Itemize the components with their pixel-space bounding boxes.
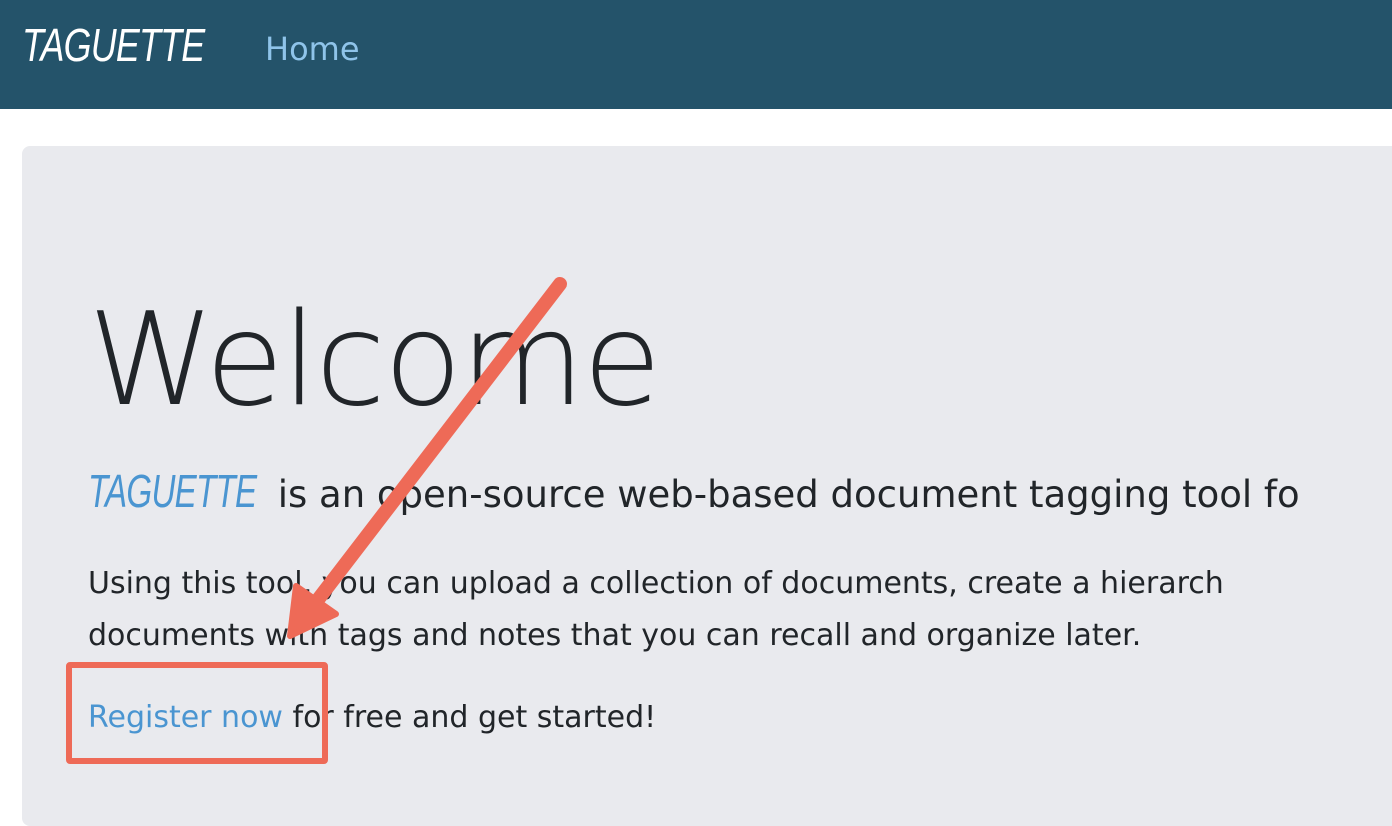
- intro-lead: TAGUETTE is an open-source web-based doc…: [88, 462, 1300, 524]
- cta-text: for free and get started!: [282, 700, 657, 735]
- navbar: TAGUETTE Home: [0, 0, 1392, 109]
- page-title: Welcome: [88, 286, 661, 435]
- intro-lead-text: is an open-source web-based document tag…: [277, 473, 1300, 516]
- intro-paragraph: Using this tool, you can upload a collec…: [88, 566, 1224, 653]
- annotation-highlight-box: [66, 662, 328, 764]
- nav-link-home[interactable]: Home: [265, 30, 360, 68]
- brand-logo[interactable]: TAGUETTE: [22, 18, 205, 72]
- brand-inline-logo: TAGUETTE: [88, 465, 257, 517]
